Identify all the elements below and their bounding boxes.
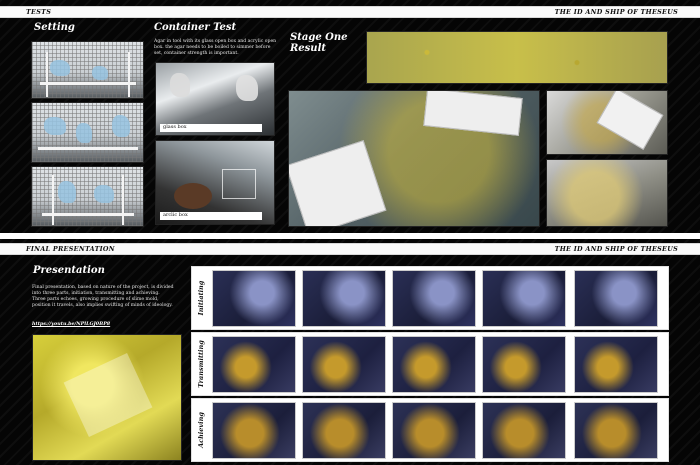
transmitting-frame-1 [212, 336, 296, 393]
transmitting-frame-5 [574, 336, 658, 393]
container-test-heading: Container Test [154, 22, 237, 33]
stage-label-achieving: Achieving [197, 412, 205, 448]
setting-heading: Setting [34, 22, 75, 33]
presentation-agar-photo [32, 334, 182, 461]
initiating-frame-2 [302, 270, 386, 327]
presentation-video-link[interactable]: https://youtu.be/NPlLGJ0BP8 [32, 321, 110, 327]
transmitting-frame-3 [392, 336, 476, 393]
tests-header-strip: TESTS THE ID AND SHIP OF THESEUS [0, 6, 700, 18]
setting-photo-3 [31, 166, 144, 227]
stage-label-transmitting: Transmitting [197, 340, 205, 388]
presentation-header-strip: FINAL PRESENTATION THE ID AND SHIP OF TH… [0, 243, 700, 255]
stage-label-initiating: Initiating [197, 280, 205, 316]
achieving-frame-2 [302, 402, 386, 459]
initiating-frame-4 [482, 270, 566, 327]
transmitting-frame-4 [482, 336, 566, 393]
setting-photo-1 [31, 41, 144, 99]
stage-one-heading-line2: Result [290, 43, 326, 54]
tests-section-label: TESTS [26, 8, 52, 16]
project-title-label: THE ID AND SHIP OF THESEUS [554, 8, 678, 16]
stage-one-detail-photo-1 [546, 90, 668, 155]
transmitting-frame-2 [302, 336, 386, 393]
achieving-frame-5 [574, 402, 658, 459]
acrylic-box-caption: arclic box [160, 212, 262, 220]
stage-one-dish-photo [288, 90, 540, 227]
stage-strip-achieving: Achieving [191, 398, 669, 462]
glass-box-caption: glass box [160, 124, 262, 132]
presentation-description: Final presentation, based on nature of t… [32, 285, 174, 308]
achieving-frame-4 [482, 402, 566, 459]
project-title-label-2: THE ID AND SHIP OF THESEUS [554, 245, 678, 253]
presentation-section-label: FINAL PRESENTATION [26, 245, 115, 253]
initiating-frame-5 [574, 270, 658, 327]
setting-photo-2 [31, 102, 144, 163]
stage-one-agar-panorama [366, 31, 668, 84]
presentation-heading: Presentation [33, 265, 105, 276]
stage-one-detail-photo-2 [546, 159, 668, 227]
achieving-frame-1 [212, 402, 296, 459]
initiating-frame-3 [392, 270, 476, 327]
stage-strip-transmitting: Transmitting [191, 332, 669, 396]
achieving-frame-3 [392, 402, 476, 459]
stage-strip-initiating: Initiating [191, 266, 669, 330]
container-test-description: Agar in tool with its glass open box and… [154, 39, 277, 56]
initiating-frame-1 [212, 270, 296, 327]
